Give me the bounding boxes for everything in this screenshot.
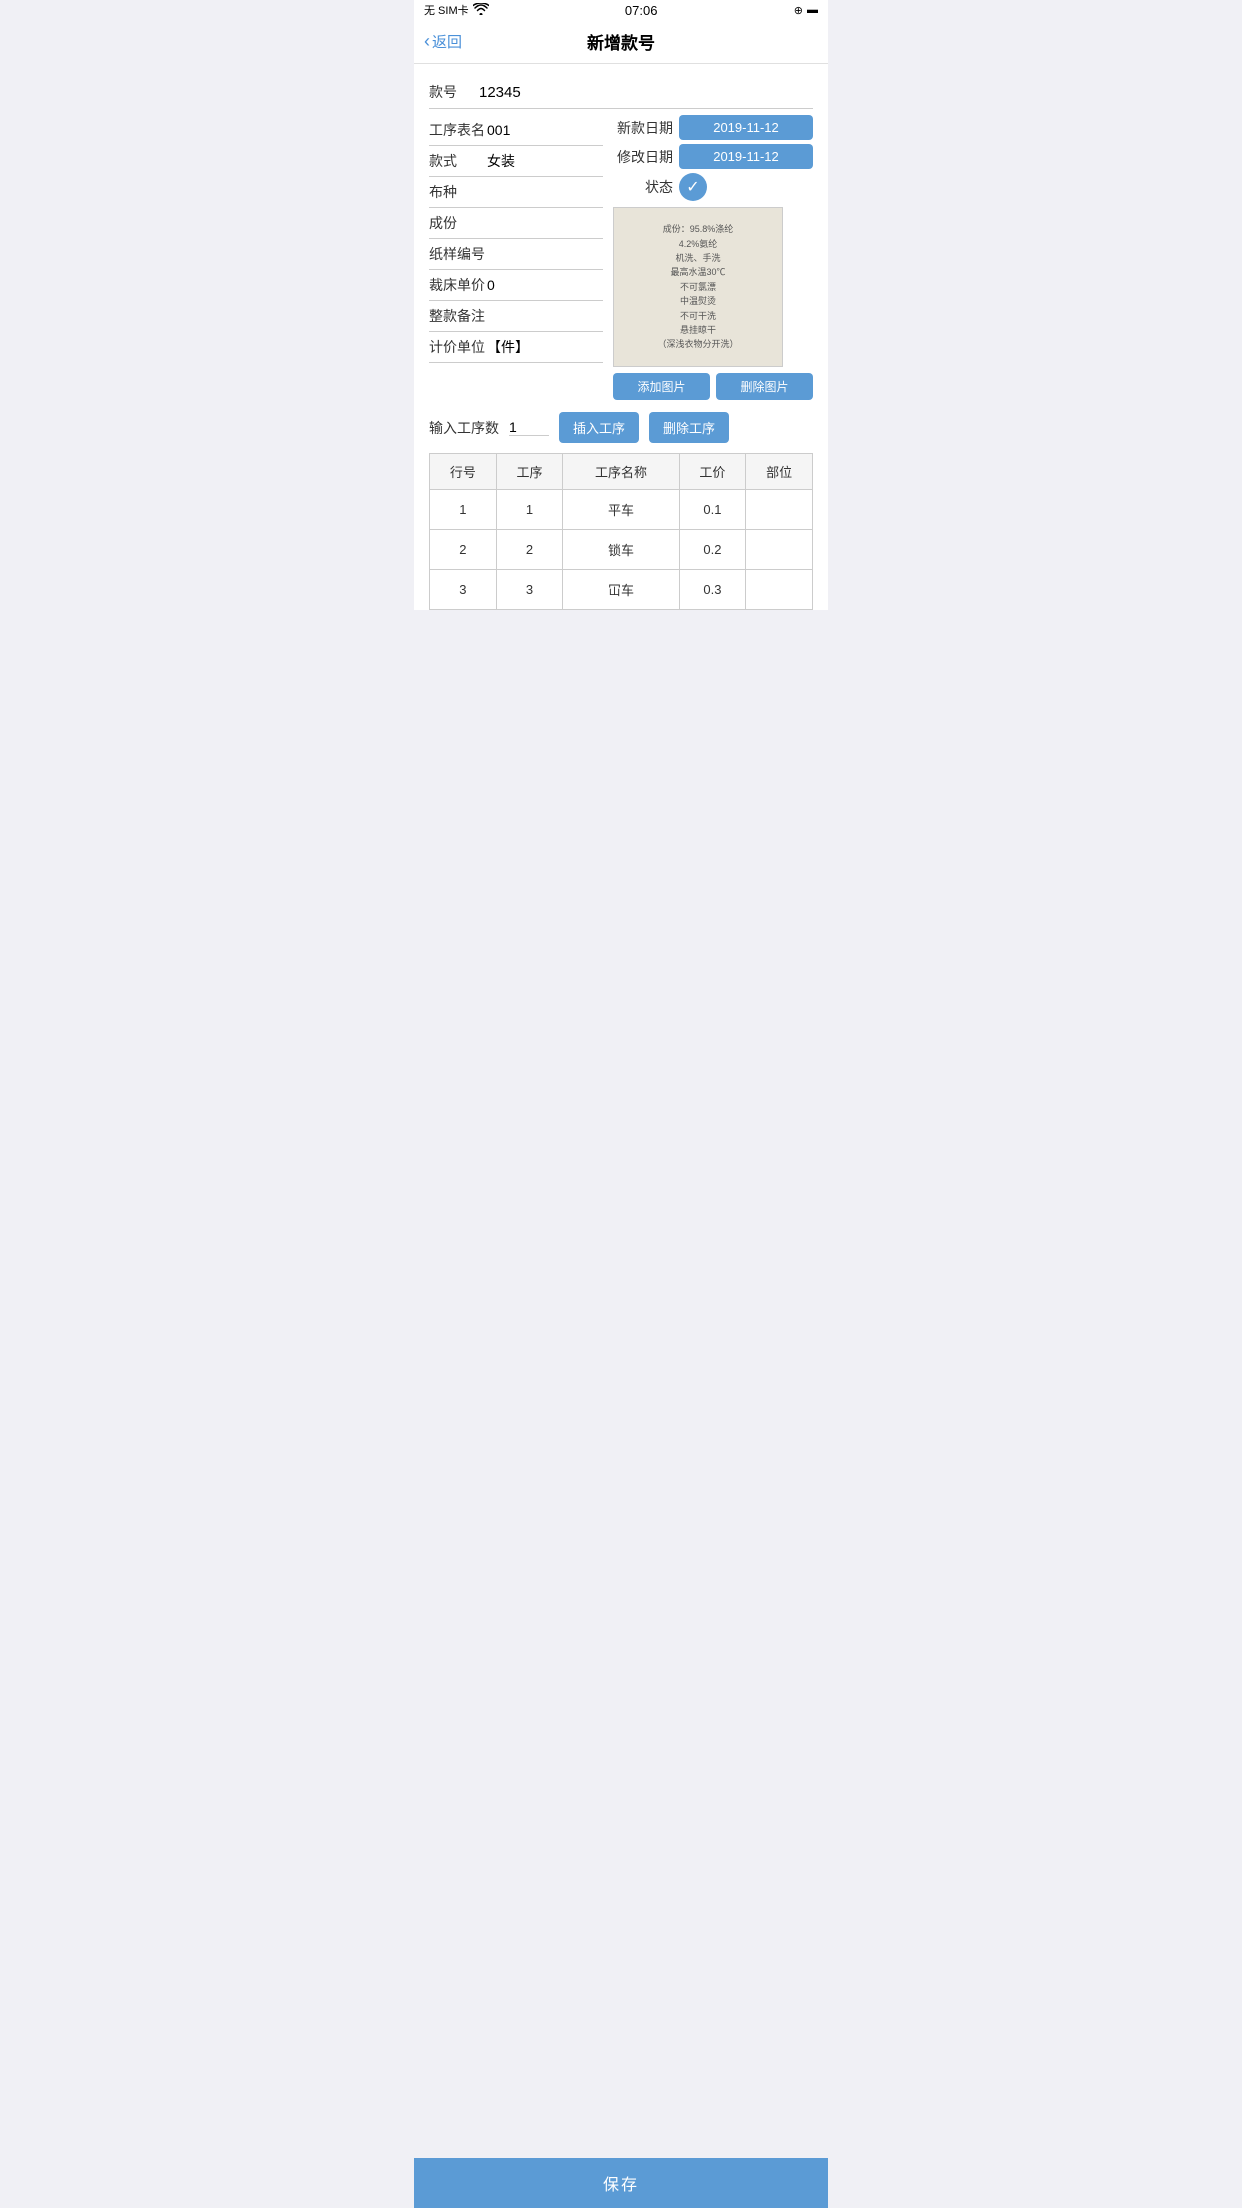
buzhong-row: 布种	[429, 177, 603, 208]
delete-image-button[interactable]: 删除图片	[716, 373, 813, 400]
gongxu-input-label: 输入工序数	[429, 418, 499, 438]
caichuang-value: 0	[487, 277, 603, 293]
jijia-value: 【件】	[487, 337, 603, 357]
chengfen-label: 成份	[429, 213, 487, 233]
image-box: 成份：95.8%涤纶4.2%氨纶机洗、手洗最高水温30℃不可氯漂中温熨烫不可干洗…	[613, 207, 783, 367]
col-buwei: 部位	[746, 454, 813, 490]
col-gongjia: 工价	[679, 454, 746, 490]
jijia-row: 计价单位 【件】	[429, 332, 603, 363]
insert-gongxu-button[interactable]: 插入工序	[559, 412, 639, 443]
back-label: 返回	[432, 31, 462, 52]
wifi-icon	[473, 3, 489, 18]
zhiyang-label: 纸样编号	[429, 244, 487, 264]
col-gongxu: 工序	[496, 454, 563, 490]
status-left: 无 SIM卡	[424, 2, 489, 18]
image-text: 成份：95.8%涤纶4.2%氨纶机洗、手洗最高水温30℃不可氯漂中温熨烫不可干洗…	[657, 222, 738, 352]
gongxu-value: 001	[487, 122, 603, 138]
add-image-button[interactable]: 添加图片	[613, 373, 710, 400]
kuanshi-row: 款式 女装	[429, 146, 603, 177]
cell-buwei	[746, 530, 813, 570]
kuanhao-label: 款号	[429, 82, 469, 102]
status-bar: 无 SIM卡 07:06 ⊕ ▬	[414, 0, 828, 20]
buzhong-label: 布种	[429, 182, 487, 202]
gongxu-row: 工序表名 001	[429, 115, 603, 146]
zhuangtai-label: 状态	[613, 177, 673, 197]
cell-gongxu: 3	[496, 570, 563, 610]
cell-gongjia: 0.2	[679, 530, 746, 570]
zhiyang-row: 纸样编号	[429, 239, 603, 270]
jijia-label: 计价单位	[429, 337, 487, 357]
gray-area	[414, 610, 828, 1010]
col-gongxuname: 工序名称	[563, 454, 679, 490]
gongxu-input-row: 输入工序数 插入工序 删除工序	[429, 406, 813, 453]
col-hang: 行号	[430, 454, 497, 490]
table-body: 1 1 平车 0.1 2 2 锁车 0.2 3 3 冚车 0.3	[430, 490, 813, 610]
battery-icon: ▬	[807, 4, 818, 16]
kuanshi-value: 女装	[487, 151, 603, 171]
cell-buwei	[746, 490, 813, 530]
kuanshi-label: 款式	[429, 151, 487, 171]
chengfen-row: 成份	[429, 208, 603, 239]
page-title: 新增款号	[587, 29, 655, 54]
cell-gongjia: 0.3	[679, 570, 746, 610]
cell-gongxuname: 平车	[563, 490, 679, 530]
back-button[interactable]: ‹ 返回	[424, 31, 462, 52]
cell-buwei	[746, 570, 813, 610]
save-label: 保存	[603, 2171, 639, 2195]
cell-gongjia: 0.1	[679, 490, 746, 530]
left-col: 工序表名 001 款式 女装 布种 成份 纸样编号	[429, 115, 613, 400]
chevron-left-icon: ‹	[424, 31, 430, 52]
cell-gongxuname: 冚车	[563, 570, 679, 610]
sim-text: 无 SIM卡	[424, 2, 469, 18]
cell-hang: 2	[430, 530, 497, 570]
cell-gongxu: 1	[496, 490, 563, 530]
xiugai-label: 修改日期	[613, 147, 673, 167]
status-time: 07:06	[625, 3, 658, 18]
kuanhao-row: 款号 12345	[429, 74, 813, 109]
cell-hang: 1	[430, 490, 497, 530]
nav-bar: ‹ 返回 新增款号	[414, 20, 828, 64]
cell-gongxuname: 锁车	[563, 530, 679, 570]
two-col-section: 工序表名 001 款式 女装 布种 成份 纸样编号	[429, 109, 813, 406]
zhengkuan-label: 整款备注	[429, 306, 487, 326]
delete-gongxu-button[interactable]: 删除工序	[649, 412, 729, 443]
caichuang-row: 裁床单价 0	[429, 270, 603, 301]
image-content: 成份：95.8%涤纶4.2%氨纶机洗、手洗最高水温30℃不可氯漂中温熨烫不可干洗…	[614, 208, 782, 366]
status-right: ⊕ ▬	[794, 4, 818, 17]
gongxu-table: 行号 工序 工序名称 工价 部位 1 1 平车 0.1 2 2 锁车 0.2 3…	[429, 453, 813, 610]
kuanhao-value: 12345	[469, 84, 521, 101]
form-content: 款号 12345 工序表名 001 款式 女装 布种 成份	[414, 64, 828, 610]
xinkuan-label: 新款日期	[613, 118, 673, 138]
image-buttons: 添加图片 删除图片	[613, 373, 813, 400]
table-row[interactable]: 1 1 平车 0.1	[430, 490, 813, 530]
xinkuan-row: 新款日期 2019-11-12	[613, 115, 813, 140]
xiugai-row: 修改日期 2019-11-12	[613, 144, 813, 169]
xinkuan-value[interactable]: 2019-11-12	[679, 115, 813, 140]
save-bar[interactable]: 保存	[414, 2158, 828, 2208]
xiugai-value[interactable]: 2019-11-12	[679, 144, 813, 169]
location-icon: ⊕	[794, 4, 803, 17]
caichuang-label: 裁床单价	[429, 275, 487, 295]
cell-gongxu: 2	[496, 530, 563, 570]
table-row[interactable]: 2 2 锁车 0.2	[430, 530, 813, 570]
table-header: 行号 工序 工序名称 工价 部位	[430, 454, 813, 490]
status-check-icon[interactable]: ✓	[679, 173, 707, 201]
table-row[interactable]: 3 3 冚车 0.3	[430, 570, 813, 610]
gongxu-label: 工序表名	[429, 120, 487, 140]
cell-hang: 3	[430, 570, 497, 610]
zhuangtai-row: 状态 ✓	[613, 173, 813, 201]
gongxu-number-input[interactable]	[509, 419, 549, 436]
zhengkuan-row: 整款备注	[429, 301, 603, 332]
right-col: 新款日期 2019-11-12 修改日期 2019-11-12 状态 ✓ 成份：…	[613, 115, 813, 400]
